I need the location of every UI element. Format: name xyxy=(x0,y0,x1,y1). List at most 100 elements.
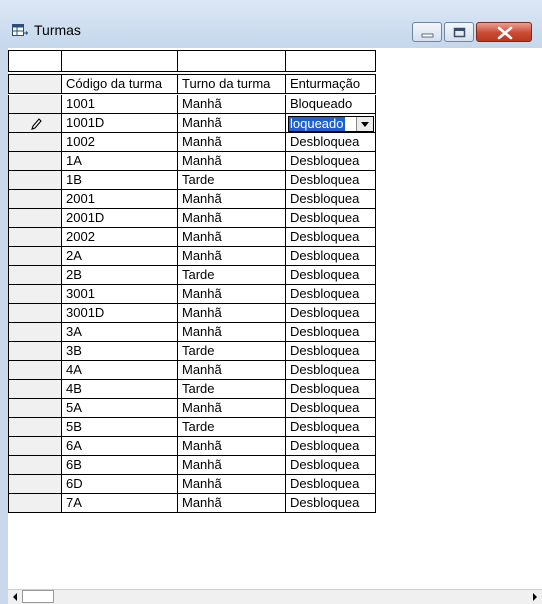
row-selector[interactable] xyxy=(8,437,62,456)
cell-codigo[interactable]: 2001 xyxy=(62,190,178,209)
cell-turno[interactable]: Manhã xyxy=(178,114,286,133)
scroll-right-icon[interactable] xyxy=(528,590,542,604)
enturmacao-combobox[interactable]: loqueado xyxy=(288,116,374,132)
cell-turno[interactable]: Manhã xyxy=(178,152,286,171)
cell-enturmacao[interactable]: Desbloquea xyxy=(286,133,376,152)
cell-enturmacao[interactable]: Desbloquea xyxy=(286,399,376,418)
cell-turno[interactable]: Manhã xyxy=(178,456,286,475)
filter-cell-codigo[interactable] xyxy=(62,50,178,72)
cell-enturmacao[interactable]: Desbloquea xyxy=(286,323,376,342)
row-selector[interactable] xyxy=(8,190,62,209)
cell-enturmacao[interactable]: Desbloquea xyxy=(286,304,376,323)
cell-turno[interactable]: Tarde xyxy=(178,380,286,399)
cell-codigo[interactable]: 1002 xyxy=(62,133,178,152)
cell-turno[interactable]: Manhã xyxy=(178,437,286,456)
cell-codigo[interactable]: 3001D xyxy=(62,304,178,323)
cell-codigo[interactable]: 6D xyxy=(62,475,178,494)
cell-turno[interactable]: Manhã xyxy=(178,323,286,342)
cell-codigo[interactable]: 1B xyxy=(62,171,178,190)
row-selector[interactable] xyxy=(8,380,62,399)
column-header-enturmacao[interactable]: Enturmação xyxy=(286,74,376,94)
cell-enturmacao[interactable]: Desbloquea xyxy=(286,190,376,209)
horizontal-scrollbar[interactable] xyxy=(8,589,542,604)
row-selector[interactable] xyxy=(8,114,62,133)
row-selector[interactable] xyxy=(8,494,62,513)
cell-codigo[interactable]: 6B xyxy=(62,456,178,475)
cell-turno[interactable]: Tarde xyxy=(178,342,286,361)
cell-codigo[interactable]: 1001 xyxy=(62,95,178,114)
column-header-codigo[interactable]: Código da turma xyxy=(62,74,178,94)
cell-enturmacao[interactable]: Desbloquea xyxy=(286,285,376,304)
cell-codigo[interactable]: 3A xyxy=(62,323,178,342)
close-button[interactable] xyxy=(476,22,532,42)
row-selector[interactable] xyxy=(8,456,62,475)
cell-turno[interactable]: Manhã xyxy=(178,285,286,304)
cell-turno[interactable]: Manhã xyxy=(178,304,286,323)
row-selector[interactable] xyxy=(8,247,62,266)
cell-enturmacao[interactable]: Desbloquea xyxy=(286,266,376,285)
cell-turno[interactable]: Manhã xyxy=(178,133,286,152)
row-selector[interactable] xyxy=(8,475,62,494)
cell-codigo[interactable]: 3001 xyxy=(62,285,178,304)
cell-codigo[interactable]: 4B xyxy=(62,380,178,399)
cell-codigo[interactable]: 2A xyxy=(62,247,178,266)
cell-enturmacao[interactable]: Desbloquea xyxy=(286,209,376,228)
cell-turno[interactable]: Manhã xyxy=(178,95,286,114)
minimize-button[interactable] xyxy=(412,22,442,42)
cell-codigo[interactable]: 1001D xyxy=(62,114,178,133)
cell-codigo[interactable]: 4A xyxy=(62,361,178,380)
combobox-selected-text[interactable]: loqueado xyxy=(289,117,345,131)
row-selector[interactable] xyxy=(8,304,62,323)
row-selector[interactable] xyxy=(8,399,62,418)
cell-enturmacao[interactable]: Bloqueado xyxy=(286,95,376,114)
cell-enturmacao[interactable]: Desbloquea xyxy=(286,418,376,437)
cell-codigo[interactable]: 2001D xyxy=(62,209,178,228)
row-selector[interactable] xyxy=(8,418,62,437)
cell-codigo[interactable]: 6A xyxy=(62,437,178,456)
cell-turno[interactable]: Manhã xyxy=(178,247,286,266)
cell-codigo[interactable]: 5A xyxy=(62,399,178,418)
row-selector[interactable] xyxy=(8,228,62,247)
cell-enturmacao[interactable]: Desbloquea xyxy=(286,380,376,399)
row-selector[interactable] xyxy=(8,133,62,152)
cell-turno[interactable]: Tarde xyxy=(178,418,286,437)
row-selector[interactable] xyxy=(8,171,62,190)
cell-turno[interactable]: Tarde xyxy=(178,171,286,190)
cell-turno[interactable]: Manhã xyxy=(178,399,286,418)
cell-codigo[interactable]: 5B xyxy=(62,418,178,437)
cell-enturmacao[interactable]: Desbloquea xyxy=(286,228,376,247)
cell-enturmacao[interactable]: Desbloquea xyxy=(286,171,376,190)
row-selector[interactable] xyxy=(8,342,62,361)
cell-turno[interactable]: Manhã xyxy=(178,228,286,247)
cell-codigo[interactable]: 1A xyxy=(62,152,178,171)
cell-enturmacao[interactable]: Desbloquea xyxy=(286,342,376,361)
cell-enturmacao[interactable]: Desbloquea xyxy=(286,456,376,475)
cell-enturmacao[interactable]: Desbloquea xyxy=(286,361,376,380)
scroll-left-icon[interactable] xyxy=(8,590,22,604)
row-selector[interactable] xyxy=(8,152,62,171)
cell-turno[interactable]: Manhã xyxy=(178,361,286,380)
cell-codigo[interactable]: 3B xyxy=(62,342,178,361)
cell-enturmacao[interactable]: Desbloquea xyxy=(286,247,376,266)
filter-cell-turno[interactable] xyxy=(178,50,286,72)
cell-turno[interactable]: Manhã xyxy=(178,475,286,494)
maximize-button[interactable] xyxy=(444,22,474,42)
filter-cell-enturmacao[interactable] xyxy=(286,50,376,72)
cell-codigo[interactable]: 2002 xyxy=(62,228,178,247)
row-selector[interactable] xyxy=(8,361,62,380)
cell-codigo[interactable]: 7A xyxy=(62,494,178,513)
column-header-turno[interactable]: Turno da turma xyxy=(178,74,286,94)
cell-enturmacao[interactable]: Desbloquea xyxy=(286,475,376,494)
cell-turno[interactable]: Manhã xyxy=(178,209,286,228)
row-selector[interactable] xyxy=(8,266,62,285)
row-selector[interactable] xyxy=(8,209,62,228)
cell-turno[interactable]: Manhã xyxy=(178,190,286,209)
scrollbar-thumb[interactable] xyxy=(22,590,54,603)
cell-turno[interactable]: Manhã xyxy=(178,494,286,513)
cell-enturmacao[interactable]: Desbloquea xyxy=(286,437,376,456)
cell-enturmacao[interactable]: Desbloquea xyxy=(286,494,376,513)
row-selector[interactable] xyxy=(8,323,62,342)
title-bar[interactable]: Turmas xyxy=(0,0,542,48)
combobox-dropdown-button[interactable] xyxy=(356,117,373,131)
cell-codigo[interactable]: 2B xyxy=(62,266,178,285)
